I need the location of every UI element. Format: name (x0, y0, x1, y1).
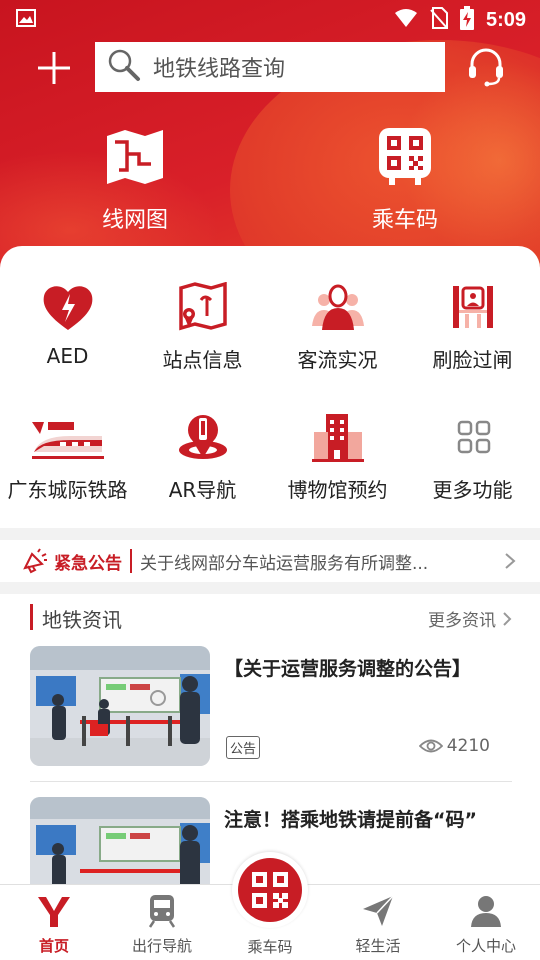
plus-icon (38, 52, 70, 84)
tab-label: 个人中心 (455, 937, 516, 955)
no-sim-icon (430, 7, 448, 33)
function-station-info[interactable]: 站点信息 (135, 281, 270, 382)
news-thumbnail (30, 646, 210, 766)
function-aed[interactable]: AED (0, 282, 135, 382)
function-label: 更多功能 (432, 478, 513, 502)
function-label: 广东城际铁路 (7, 478, 128, 502)
function-label: 博物馆预约 (287, 478, 388, 502)
headset-icon (469, 48, 503, 87)
function-label: AED (46, 344, 89, 368)
customer-service-button[interactable] (466, 46, 506, 88)
add-button[interactable] (34, 48, 74, 88)
eye-icon (418, 739, 443, 753)
paper-plane-icon (360, 893, 396, 929)
megaphone-icon (22, 548, 48, 574)
function-label: 刷脸过闸 (432, 348, 513, 372)
train-icon (144, 893, 180, 929)
category-badge: 公告 (226, 736, 261, 759)
news-divider (30, 781, 512, 782)
gallery-notification-icon (16, 9, 36, 31)
news-title: 注意！搭乘地铁请提前备“码” (224, 809, 477, 831)
route-map-tile[interactable]: 线网图 (60, 128, 210, 238)
news-section-title: 地铁资讯 (42, 608, 122, 632)
ride-qr-code-icon (373, 128, 437, 186)
tab-label[interactable]: 乘车码 (216, 936, 324, 957)
face-gate-icon (445, 282, 501, 334)
ride-code-tile[interactable]: 乘车码 (330, 128, 480, 238)
tab-home[interactable]: 首页 (0, 885, 108, 960)
header-banner: 5:09 地铁线路查询 线网图 乘车码 (0, 0, 540, 280)
intercity-train-icon (30, 412, 106, 464)
function-grid: AED 站点信息 客流实况 刷脸过闸 广东城际铁路 AR导航 博物馆预约 更多功… (0, 246, 540, 528)
metro-news-section: 地铁资讯 更多资讯 【关于运营服务调整的公告】 公告 4210 注意！搭乘地铁请… (0, 594, 540, 884)
tab-label: 首页 (38, 937, 69, 955)
function-label: 站点信息 (162, 348, 243, 372)
search-icon (107, 48, 141, 86)
emergency-notice-bar[interactable]: 紧急公告 关于线网部分车站运营服务有所调整... (0, 540, 540, 582)
notice-divider (130, 549, 132, 573)
notice-text: 关于线网部分车站运营服务有所调整... (140, 553, 429, 574)
function-more[interactable]: 更多功能 (405, 412, 540, 512)
tab-light-life[interactable]: 轻生活 (324, 885, 432, 960)
function-intercity-railway[interactable]: 广东城际铁路 (0, 412, 135, 512)
chevron-right-icon (504, 552, 516, 574)
section-accent-bar (30, 604, 33, 630)
more-news-label: 更多资讯 (428, 611, 496, 631)
ar-navigation-icon (175, 412, 231, 464)
tab-label: 出行导航 (131, 937, 192, 955)
function-label: AR导航 (168, 478, 237, 502)
function-ar-navigation[interactable]: AR导航 (135, 412, 270, 512)
status-bar: 5:09 (0, 0, 540, 36)
search-input[interactable]: 地铁线路查询 (95, 42, 445, 92)
news-thumbnail (30, 797, 210, 884)
passenger-flow-icon (310, 282, 366, 334)
view-count: 4210 (418, 736, 490, 756)
news-item[interactable]: 【关于运营服务调整的公告】 公告 4210 (30, 646, 512, 768)
station-info-icon (175, 281, 231, 334)
function-passenger-flow[interactable]: 客流实况 (270, 282, 405, 382)
function-label: 客流实况 (297, 348, 378, 372)
tab-travel-navigation[interactable]: 出行导航 (108, 885, 216, 960)
qr-code-icon (238, 858, 302, 922)
more-news-link[interactable]: 更多资讯 (428, 606, 512, 631)
notice-tag: 紧急公告 (54, 553, 122, 574)
view-count-value: 4210 (446, 736, 490, 756)
chevron-right-icon (503, 611, 512, 626)
route-map-icon (103, 128, 167, 186)
status-time: 5:09 (485, 8, 526, 31)
news-title: 【关于运营服务调整的公告】 (224, 658, 472, 680)
home-logo-icon (36, 893, 72, 929)
battery-charging-icon (459, 6, 474, 34)
route-map-label: 线网图 (101, 208, 168, 233)
search-placeholder: 地铁线路查询 (153, 57, 286, 82)
function-museum[interactable]: 博物馆预约 (270, 412, 405, 512)
function-face-gate[interactable]: 刷脸过闸 (405, 282, 540, 382)
tab-label: 轻生活 (355, 937, 401, 955)
ride-code-fab[interactable] (232, 852, 308, 928)
ride-code-label: 乘车码 (371, 208, 438, 233)
more-grid-icon (445, 412, 501, 464)
museum-icon (310, 412, 366, 464)
tab-profile[interactable]: 个人中心 (432, 885, 540, 960)
wifi-icon (394, 8, 418, 32)
person-icon (468, 893, 504, 929)
aed-heart-icon (40, 282, 96, 334)
